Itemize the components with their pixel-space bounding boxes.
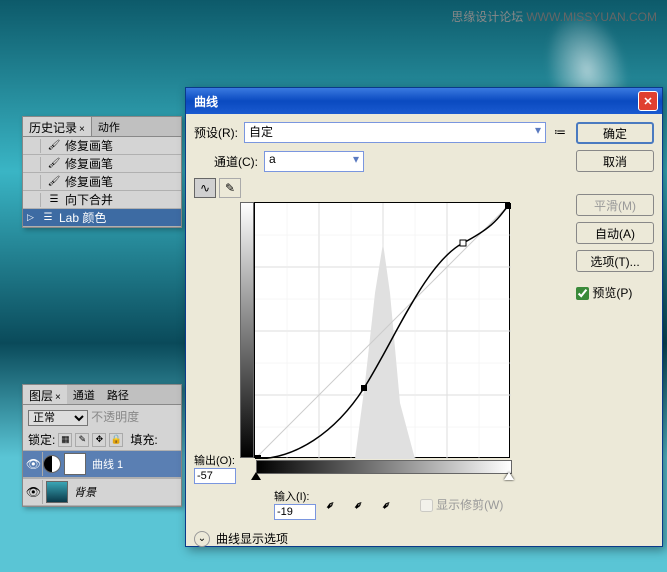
eyedropper-black-icon[interactable]: ✒ bbox=[322, 491, 347, 516]
output-label: 输出(O): bbox=[194, 452, 236, 468]
tab-history[interactable]: 历史记录× bbox=[23, 117, 92, 136]
slider-black[interactable] bbox=[251, 472, 261, 480]
channel-label: 通道(C): bbox=[214, 153, 258, 170]
curve-point[interactable] bbox=[255, 455, 261, 459]
show-clipping[interactable]: 显示修剪(W) bbox=[420, 496, 503, 513]
input-label: 输入(I): bbox=[274, 488, 316, 504]
smooth-button: 平滑(M) bbox=[576, 194, 654, 216]
layers-panel: 图层× 通道 路径 正常 不透明度 锁定: ▦ ✎ ✥ 🔒 填充: 👁 曲线 1… bbox=[22, 384, 182, 507]
blend-mode-row: 正常 不透明度 bbox=[23, 405, 181, 429]
tab-layers[interactable]: 图层× bbox=[23, 385, 67, 404]
input-input[interactable] bbox=[274, 504, 316, 520]
curve-point-tool[interactable]: ∿ bbox=[194, 178, 216, 198]
output-gradient bbox=[240, 202, 254, 458]
eyedropper-gray-icon[interactable]: ✒ bbox=[350, 491, 375, 516]
lock-paint-icon[interactable]: ✎ bbox=[75, 433, 89, 447]
history-item[interactable]: ☰向下合并 bbox=[23, 191, 181, 209]
history-panel: 历史记录× 动作 🖌修复画笔 🖌修复画笔 🖌修复画笔 ☰向下合并 ▷☰Lab 颜… bbox=[22, 116, 182, 228]
input-gradient bbox=[256, 460, 512, 474]
brush-icon: 🖌 bbox=[46, 174, 62, 190]
history-tabs: 历史记录× 动作 bbox=[23, 117, 181, 137]
input-slider[interactable] bbox=[256, 474, 512, 484]
eyedropper-white-icon[interactable]: ✒ bbox=[378, 491, 403, 516]
titlebar[interactable]: 曲线 ✕ bbox=[186, 88, 662, 114]
history-item-selected[interactable]: ▷☰Lab 颜色 bbox=[23, 209, 181, 227]
layer-name: 曲线 1 bbox=[92, 456, 123, 472]
curve-grid[interactable] bbox=[254, 202, 510, 458]
lock-row: 锁定: ▦ ✎ ✥ 🔒 填充: bbox=[23, 429, 181, 450]
tab-actions[interactable]: 动作 bbox=[92, 117, 126, 136]
curve-point[interactable] bbox=[460, 240, 466, 246]
display-options-toggle[interactable]: ⌄ 曲线显示选项 bbox=[194, 530, 568, 547]
preset-label: 预设(R): bbox=[194, 124, 238, 141]
ok-button[interactable]: 确定 bbox=[576, 122, 654, 144]
layer-thumb bbox=[46, 481, 68, 503]
history-item[interactable]: 🖌修复画笔 bbox=[23, 155, 181, 173]
visibility-icon[interactable]: 👁 bbox=[25, 480, 43, 504]
dialog-title: 曲线 bbox=[190, 93, 638, 110]
blend-mode-select[interactable]: 正常 bbox=[28, 410, 88, 426]
curves-dialog: 曲线 ✕ 预设(R): 自定▾ ≔ 通道(C): a▾ ∿ ✎ bbox=[185, 87, 663, 547]
close-button[interactable]: ✕ bbox=[638, 91, 658, 111]
channel-select[interactable]: a▾ bbox=[264, 151, 364, 172]
lock-move-icon[interactable]: ✥ bbox=[92, 433, 106, 447]
watermark: 思缘设计论坛 WWW.MISSYUAN.COM bbox=[451, 8, 657, 25]
mode-icon: ☰ bbox=[40, 210, 56, 226]
preset-select[interactable]: 自定▾ bbox=[244, 122, 546, 143]
fill-label: 填充: bbox=[130, 431, 157, 448]
curve-chart[interactable] bbox=[255, 203, 511, 459]
lock-label: 锁定: bbox=[28, 431, 55, 448]
adjustment-icon bbox=[43, 455, 61, 473]
preset-menu-icon[interactable]: ≔ bbox=[552, 125, 568, 141]
merge-icon: ☰ bbox=[46, 192, 62, 208]
layer-name: 背景 bbox=[74, 484, 96, 500]
lock-all-icon[interactable]: 🔒 bbox=[109, 433, 123, 447]
history-item[interactable]: 🖌修复画笔 bbox=[23, 137, 181, 155]
opacity-label: 不透明度 bbox=[91, 410, 139, 424]
visibility-icon[interactable]: 👁 bbox=[25, 452, 43, 476]
preview-checkbox[interactable]: 预览(P) bbox=[576, 284, 654, 301]
play-icon: ▷ bbox=[27, 212, 37, 223]
tab-paths[interactable]: 路径 bbox=[101, 385, 135, 404]
curve-point[interactable] bbox=[505, 203, 511, 209]
curve-point-selected[interactable] bbox=[361, 385, 367, 391]
layer-item-background[interactable]: 👁 背景 bbox=[23, 478, 181, 506]
tab-channels[interactable]: 通道 bbox=[67, 385, 101, 404]
slider-white[interactable] bbox=[504, 472, 514, 480]
curve-pencil-tool[interactable]: ✎ bbox=[219, 178, 241, 198]
expand-icon: ⌄ bbox=[194, 531, 210, 547]
history-item[interactable]: 🖌修复画笔 bbox=[23, 173, 181, 191]
brush-icon: 🖌 bbox=[46, 156, 62, 172]
layers-tabs: 图层× 通道 路径 bbox=[23, 385, 181, 405]
output-input[interactable] bbox=[194, 468, 236, 484]
cancel-button[interactable]: 取消 bbox=[576, 150, 654, 172]
auto-button[interactable]: 自动(A) bbox=[576, 222, 654, 244]
layer-item-curves[interactable]: 👁 曲线 1 bbox=[23, 450, 181, 478]
layer-mask-thumb[interactable] bbox=[64, 453, 86, 475]
lock-transparent-icon[interactable]: ▦ bbox=[58, 433, 72, 447]
options-button[interactable]: 选项(T)... bbox=[576, 250, 654, 272]
brush-icon: 🖌 bbox=[46, 138, 62, 154]
